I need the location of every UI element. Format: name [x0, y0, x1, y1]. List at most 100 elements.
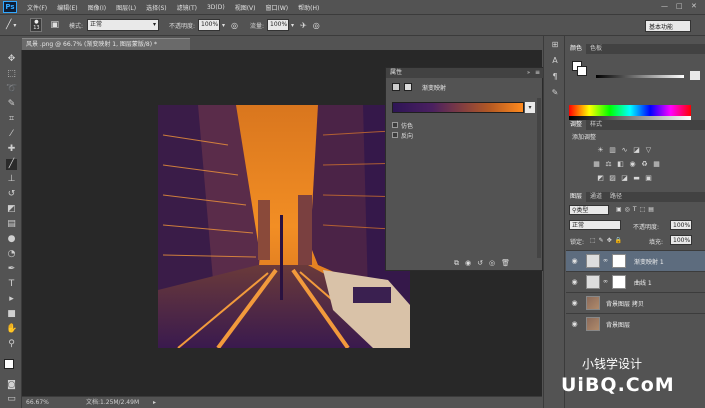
link-icon[interactable]: ∞: [603, 278, 608, 285]
layer-row[interactable]: ◉ ∞ 渐变映射 1: [566, 250, 705, 271]
tab-channels[interactable]: 通道: [586, 192, 606, 202]
mode-select[interactable]: 正常 ▾: [86, 19, 159, 31]
value-field[interactable]: [690, 71, 700, 80]
clip-to-layer-icon[interactable]: ⧉: [454, 259, 459, 268]
visibility-icon[interactable]: ◎: [489, 259, 495, 268]
reset-icon[interactable]: ↺: [477, 259, 483, 268]
vibrance-icon[interactable]: ▽: [644, 146, 653, 155]
layer-kind-filter[interactable]: ⚲类型: [569, 205, 609, 215]
clone-stamp-tool-icon[interactable]: ⊥: [6, 174, 17, 185]
tab-adjustments[interactable]: 调整: [566, 120, 587, 130]
layer-row[interactable]: ◉ 背景图层: [566, 313, 705, 334]
menu-file[interactable]: 文件(F): [27, 3, 47, 12]
chevron-down-icon[interactable]: ▾: [222, 22, 225, 29]
menu-image[interactable]: 图像(I): [88, 3, 106, 12]
marquee-tool-icon[interactable]: ⬚: [6, 69, 17, 80]
menu-view[interactable]: 视图(V): [235, 3, 256, 12]
invert-icon[interactable]: ◩: [596, 174, 605, 183]
layer-row[interactable]: ◉ 背景图层 拷贝: [566, 292, 705, 313]
menu-select[interactable]: 选择(S): [146, 3, 167, 12]
shape-tool-icon[interactable]: ■: [6, 309, 17, 320]
foreground-color-swatch[interactable]: [4, 359, 14, 369]
selective-color-icon[interactable]: ▣: [644, 174, 653, 183]
menu-layer[interactable]: 图层(L): [116, 3, 136, 12]
trash-icon[interactable]: 🗑: [501, 259, 510, 268]
tab-color[interactable]: 颜色: [566, 44, 587, 54]
menu-window[interactable]: 窗口(W): [266, 3, 289, 12]
gradient-map-icon[interactable]: ▬: [632, 174, 641, 183]
black-white-icon[interactable]: ◧: [616, 160, 625, 169]
slider-track[interactable]: [596, 75, 684, 78]
minimize-icon[interactable]: —: [661, 2, 668, 10]
chevron-right-icon[interactable]: ▸: [153, 397, 156, 408]
screen-mode-icon[interactable]: ▭: [6, 394, 17, 405]
panel-menu-icon[interactable]: ≡: [535, 68, 540, 78]
properties-tab[interactable]: 属性 » ≡: [386, 68, 544, 78]
brush-settings-icon[interactable]: ✎: [550, 88, 560, 98]
move-tool-icon[interactable]: ✥: [6, 54, 17, 65]
eraser-tool-icon[interactable]: ◩: [6, 204, 17, 215]
zoom-tool-icon[interactable]: ⚲: [6, 339, 17, 350]
mask-thumbnail[interactable]: [612, 275, 626, 289]
lasso-tool-icon[interactable]: ➰: [6, 84, 17, 95]
tab-layers[interactable]: 图层: [566, 192, 587, 202]
chevron-down-icon[interactable]: ▾: [13, 22, 16, 29]
threshold-icon[interactable]: ◪: [620, 174, 629, 183]
mask-icon[interactable]: [404, 83, 412, 91]
brush-preset-picker[interactable]: ● 13: [30, 18, 43, 32]
curves-icon[interactable]: ∿: [620, 146, 629, 155]
brightness-icon[interactable]: ☀: [596, 146, 605, 155]
type-tool-icon[interactable]: T: [6, 279, 17, 290]
pressure-opacity-icon[interactable]: ◎: [231, 21, 238, 30]
mask-thumbnail[interactable]: [612, 254, 626, 268]
workspace-select[interactable]: 基本功能: [645, 20, 691, 32]
brush-tool-icon[interactable]: ╱: [6, 159, 17, 170]
color-ramp[interactable]: [569, 105, 691, 116]
flow-input[interactable]: 100%: [267, 19, 290, 31]
chevron-down-icon[interactable]: ▾: [291, 22, 294, 29]
dither-checkbox[interactable]: [392, 122, 398, 128]
photo-filter-icon[interactable]: ◉: [628, 160, 637, 169]
eyedropper-tool-icon[interactable]: ⁄: [6, 129, 17, 140]
dodge-tool-icon[interactable]: ◔: [6, 249, 17, 260]
gradient-picker[interactable]: [392, 102, 524, 113]
menu-filter[interactable]: 滤镜(T): [177, 3, 197, 12]
opacity-input[interactable]: 100%: [198, 19, 221, 31]
levels-icon[interactable]: ▥: [608, 146, 617, 155]
posterize-icon[interactable]: ▨: [608, 174, 617, 183]
view-previous-icon[interactable]: ◉: [465, 259, 471, 268]
scrollbar[interactable]: [537, 98, 541, 258]
character-icon[interactable]: A: [550, 56, 560, 66]
reverse-checkbox[interactable]: [392, 132, 398, 138]
layer-opacity-input[interactable]: 100%: [670, 220, 692, 230]
brush-panel-icon[interactable]: ▣: [50, 20, 59, 30]
color-balance-icon[interactable]: ⚖: [604, 160, 613, 169]
paragraph-icon[interactable]: ¶: [550, 72, 560, 82]
link-icon[interactable]: ∞: [603, 257, 608, 264]
pressure-size-icon[interactable]: ◎: [313, 21, 320, 30]
history-icon[interactable]: ⊞: [550, 40, 560, 50]
blend-mode-select[interactable]: 正常: [569, 220, 621, 230]
hand-tool-icon[interactable]: ✋: [6, 324, 17, 335]
chevron-down-icon[interactable]: ▾: [525, 102, 535, 113]
tab-swatches[interactable]: 色板: [586, 44, 606, 54]
layer-row[interactable]: ◉ ∞ 曲线 1: [566, 271, 705, 292]
healing-brush-tool-icon[interactable]: ✚: [6, 144, 17, 155]
color-lookup-icon[interactable]: ▦: [652, 160, 661, 169]
eye-icon[interactable]: ◉: [570, 257, 579, 266]
path-select-tool-icon[interactable]: ▸: [6, 294, 17, 305]
document-image[interactable]: [158, 105, 410, 348]
brush-tool-icon[interactable]: ╱: [6, 20, 11, 30]
eye-icon[interactable]: ◉: [570, 299, 579, 308]
history-brush-tool-icon[interactable]: ↺: [6, 189, 17, 200]
channel-mixer-icon[interactable]: ♻: [640, 160, 649, 169]
fill-input[interactable]: 100%: [670, 235, 692, 245]
quick-select-tool-icon[interactable]: ✎: [6, 99, 17, 110]
eye-icon[interactable]: ◉: [570, 320, 579, 329]
document-tab[interactable]: 风景 .png @ 66.7% (渐变映射 1, 图层蒙版/8) *: [22, 38, 190, 50]
hue-saturation-icon[interactable]: ▦: [592, 160, 601, 169]
tab-paths[interactable]: 路径: [606, 192, 626, 202]
zoom-level[interactable]: 66.67%: [26, 397, 49, 408]
eye-icon[interactable]: ◉: [570, 278, 579, 287]
filter-icons[interactable]: ▣◎T⬚▤: [616, 206, 657, 213]
